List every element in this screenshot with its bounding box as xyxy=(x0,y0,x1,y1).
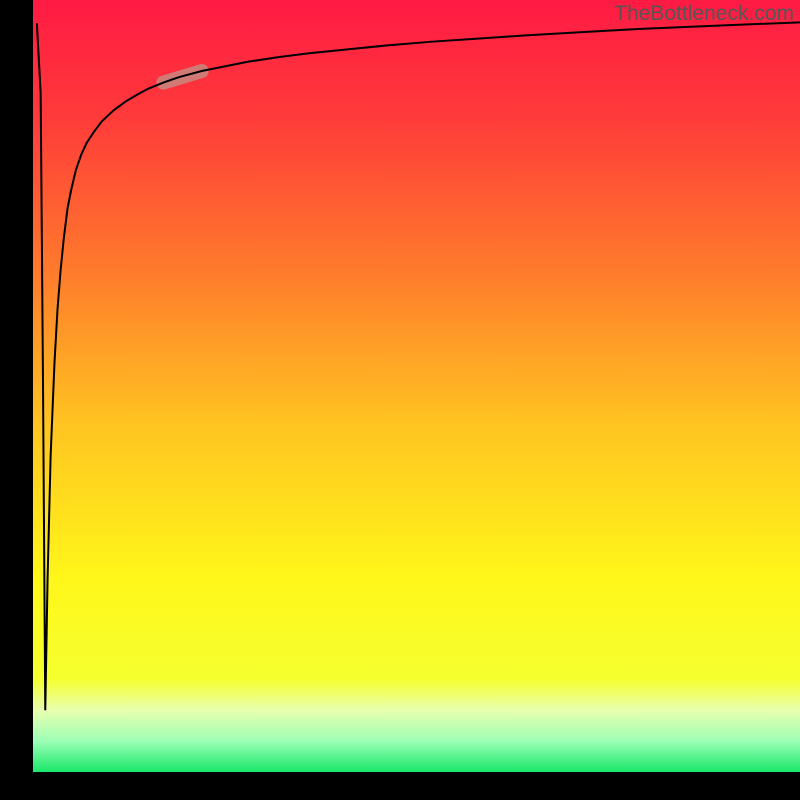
chart-svg xyxy=(0,0,800,800)
x-axis xyxy=(0,772,800,800)
y-axis xyxy=(0,0,33,800)
watermark-text: TheBottleneck.com xyxy=(614,2,794,26)
plot-background xyxy=(33,0,800,772)
chart-container: TheBottleneck.com xyxy=(0,0,800,800)
